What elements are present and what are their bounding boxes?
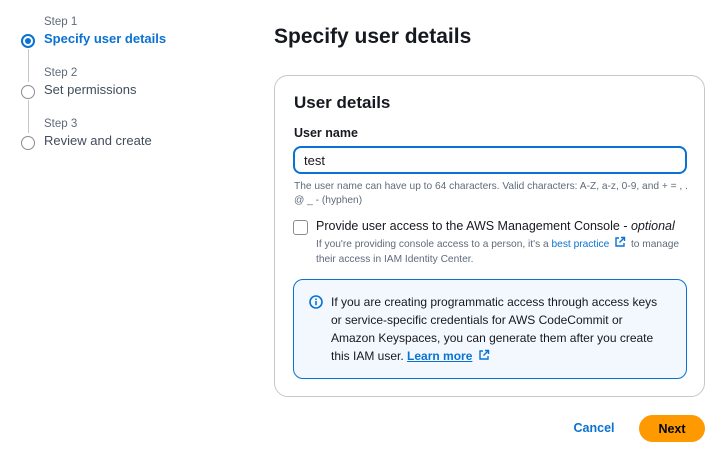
step-active-icon [21,34,35,48]
step-number: Step 1 [44,16,78,28]
wizard-step-3[interactable]: Step 3 Review and create [20,116,240,167]
external-link-icon[interactable] [478,349,490,361]
user-details-card: User details User name The user name can… [274,75,705,397]
next-button[interactable]: Next [639,415,705,442]
console-access-label-text: Provide user access to the AWS Managemen… [316,219,631,233]
username-hint: The user name can have up to 64 characte… [294,181,688,206]
info-icon [309,295,323,309]
step-number: Step 2 [44,67,78,79]
card-heading: User details [294,93,391,112]
cancel-button[interactable]: Cancel [560,415,628,441]
step-title: Specify user details [44,31,167,46]
console-access-checkbox[interactable] [293,220,308,235]
console-access-label[interactable]: Provide user access to the AWS Managemen… [316,219,675,233]
username-label: User name [294,126,358,140]
console-access-description: If you're providing console access to a … [316,236,696,267]
info-text: If you are creating programmatic access … [331,293,661,365]
info-message: If you are creating programmatic access … [331,295,658,363]
optional-tag: optional [630,219,675,233]
desc-text-before: If you're providing console access to a … [316,239,552,250]
best-practice-link[interactable]: best practice [552,239,610,250]
step-title: Set permissions [44,82,137,97]
wizard-steps: Step 1 Specify user details Step 2 Set p… [20,14,240,167]
step-inactive-icon [21,85,35,99]
step-title: Review and create [44,133,152,148]
wizard-step-1[interactable]: Step 1 Specify user details [20,14,240,82]
username-input[interactable] [293,146,687,174]
wizard-step-2[interactable]: Step 2 Set permissions [20,65,240,133]
step-number: Step 3 [44,118,78,130]
step-inactive-icon [21,136,35,150]
info-alert: If you are creating programmatic access … [293,279,687,379]
page-title: Specify user details [274,25,472,48]
external-link-icon[interactable] [614,236,626,248]
learn-more-link[interactable]: Learn more [407,349,472,363]
